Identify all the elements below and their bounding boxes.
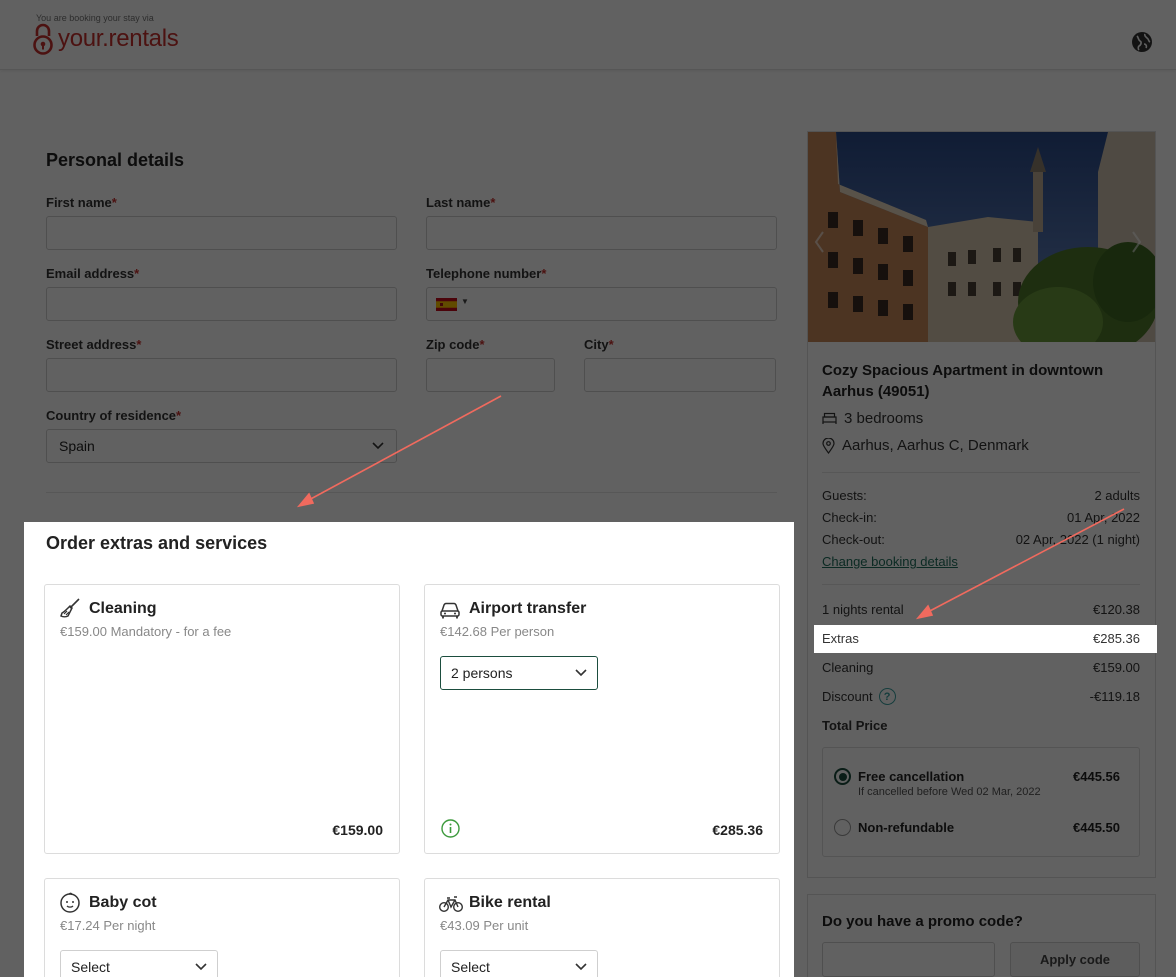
extra-card-title: Airport transfer	[469, 600, 587, 617]
extra-card-title: Cleaning	[89, 600, 157, 617]
email-input[interactable]	[46, 287, 397, 321]
total-price-label: Total Price	[822, 718, 888, 733]
promo-code-input[interactable]	[822, 942, 995, 977]
brand-logo[interactable]: your.rentals	[32, 22, 179, 56]
promo-code-title: Do you have a promo code?	[822, 913, 1023, 930]
free-cancellation-sub: If cancelled before Wed 02 Mar, 2022	[858, 786, 1041, 798]
extra-card-subtitle: €43.09 Per unit	[440, 918, 529, 933]
extra-card-subtitle: €17.24 Per night	[60, 918, 156, 933]
first-name-label: First name*	[46, 195, 117, 210]
spain-flag-icon[interactable]	[436, 298, 457, 311]
country-select-value: Spain	[59, 438, 95, 454]
extra-card-bike-rental[interactable]: Bike rental €43.09 Per unit Select	[424, 878, 780, 977]
free-cancellation-price: €445.56	[1073, 769, 1120, 784]
baby-cot-select[interactable]: Select	[60, 950, 218, 977]
location-text: Aarhus, Aarhus C, Denmark	[842, 437, 1029, 454]
car-icon	[440, 602, 460, 619]
cleaning-line: Cleaning €159.00	[822, 660, 1140, 675]
baby-cot-select-value: Select	[71, 959, 110, 975]
property-photo[interactable]	[808, 132, 1155, 342]
bedrooms-text: 3 bedrooms	[844, 410, 924, 427]
extra-card-airport-transfer[interactable]: Airport transfer €142.68 Per person 2 pe…	[424, 584, 780, 854]
extra-card-subtitle: €159.00 Mandatory - for a fee	[60, 624, 232, 639]
extra-card-cleaning[interactable]: Cleaning €159.00 Mandatory - for a fee €…	[44, 584, 400, 854]
airport-transfer-select[interactable]: 2 persons	[440, 656, 598, 690]
rental-line: 1 nights rental €120.38	[822, 602, 1140, 617]
location-line: Aarhus, Aarhus C, Denmark	[822, 437, 1029, 454]
free-cancellation-label[interactable]: Free cancellation	[858, 769, 964, 784]
extra-card-title: Baby cot	[89, 894, 157, 911]
extra-card-baby-cot[interactable]: Baby cot €17.24 Per night Select	[44, 878, 400, 977]
section-divider	[46, 492, 777, 493]
location-pin-icon	[822, 437, 835, 454]
chevron-down-icon	[575, 669, 587, 677]
checkin-row: Check-in: 01 Apr, 2022	[822, 510, 1140, 525]
extras-line: Extras €285.36	[822, 631, 1140, 646]
non-refundable-price: €445.50	[1073, 820, 1120, 835]
property-title: Cozy Spacious Apartment in downtown Aarh…	[822, 362, 1104, 400]
telephone-label: Telephone number*	[426, 266, 547, 281]
extra-card-price: €285.36	[712, 822, 763, 838]
change-booking-link[interactable]: Change booking details	[822, 554, 958, 569]
bedrooms-line: 3 bedrooms	[822, 410, 923, 427]
zip-label: Zip code*	[426, 337, 485, 352]
help-icon[interactable]: ?	[878, 688, 896, 705]
extras-title: Order extras and services	[46, 533, 268, 553]
country-label: Country of residence*	[46, 408, 182, 423]
guests-row: Guests: 2 adults	[822, 488, 1140, 503]
extra-card-title: Bike rental	[469, 894, 551, 911]
chevron-down-icon	[195, 963, 207, 971]
email-label: Email address*	[46, 266, 140, 281]
dim-overlay	[1157, 625, 1176, 653]
broom-icon	[60, 598, 80, 618]
site-header: You are booking your stay via your.renta…	[0, 0, 1176, 70]
last-name-label: Last name*	[426, 195, 496, 210]
extra-card-subtitle: €142.68 Per person	[440, 624, 555, 639]
bed-icon	[822, 412, 837, 424]
zip-input[interactable]	[426, 358, 555, 392]
discount-line: Discount? -€119.18	[822, 688, 1140, 705]
non-refundable-label[interactable]: Non-refundable	[858, 820, 954, 835]
chevron-down-icon	[575, 963, 587, 971]
free-cancellation-radio[interactable]	[834, 768, 851, 785]
lock-logo-icon	[33, 23, 53, 55]
price-options-box	[822, 747, 1140, 857]
sidebar-divider	[822, 472, 1140, 473]
checkout-row: Check-out: 02 Apr, 2022 (1 night)	[822, 532, 1140, 547]
sidebar-divider	[822, 584, 1140, 585]
globe-icon[interactable]	[1131, 31, 1153, 53]
dim-overlay	[0, 522, 24, 977]
city-label: City*	[584, 337, 614, 352]
airport-transfer-select-value: 2 persons	[451, 665, 513, 681]
first-name-input[interactable]	[46, 216, 397, 250]
property-photo-image	[808, 132, 1155, 342]
last-name-input[interactable]	[426, 216, 777, 250]
non-refundable-radio[interactable]	[834, 819, 851, 836]
apply-code-button[interactable]: Apply code	[1010, 942, 1140, 977]
street-input[interactable]	[46, 358, 397, 392]
bike-rental-select[interactable]: Select	[440, 950, 598, 977]
street-label: Street address*	[46, 337, 142, 352]
brand-name: your.rentals	[58, 25, 179, 52]
telephone-input[interactable]: ▼	[426, 287, 777, 321]
country-code-caret-icon[interactable]: ▼	[461, 297, 469, 306]
arrowhead	[296, 492, 315, 508]
country-select[interactable]: Spain	[46, 429, 397, 463]
city-input[interactable]	[584, 358, 776, 392]
info-icon[interactable]	[441, 819, 460, 838]
chevron-down-icon	[372, 442, 384, 450]
personal-details-title: Personal details	[46, 150, 185, 170]
bike-rental-select-value: Select	[451, 959, 490, 975]
baby-face-icon	[60, 892, 80, 913]
bicycle-icon	[439, 896, 463, 912]
extra-card-price: €159.00	[332, 822, 383, 838]
